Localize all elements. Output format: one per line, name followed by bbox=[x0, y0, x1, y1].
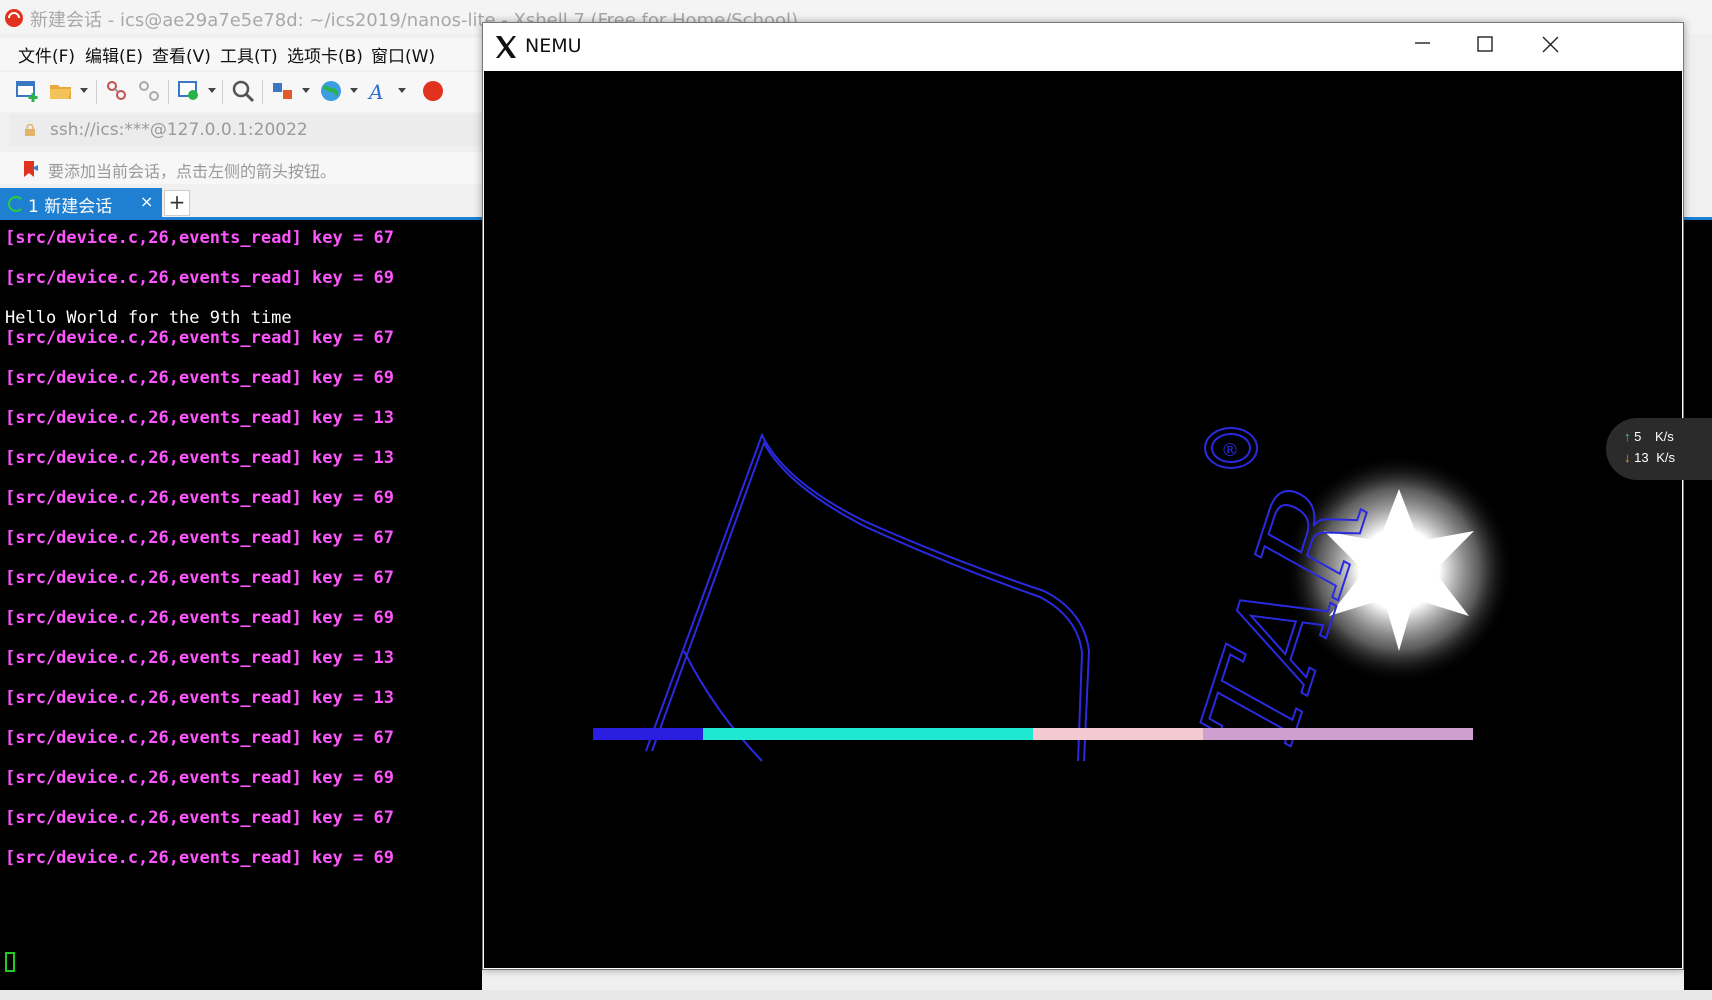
nemu-title: NEMU bbox=[525, 35, 582, 57]
toolbar-separator bbox=[96, 80, 97, 104]
nav-logo-graphic: ® TAR bbox=[593, 427, 1514, 772]
terminal-line: [src/device.c,26,events_read] key = 13 bbox=[5, 648, 394, 668]
terminal-line: [src/device.c,26,events_read] key = 69 bbox=[5, 768, 394, 788]
terminal-cursor bbox=[5, 952, 15, 972]
disconnect-icon[interactable] bbox=[136, 78, 162, 104]
terminal-line: [src/device.c,26,events_read] key = 67 bbox=[5, 568, 394, 588]
terminal-line: [src/device.c,26,events_read] key = 69 bbox=[5, 368, 394, 388]
svg-text:®: ® bbox=[1221, 440, 1239, 461]
properties-icon[interactable] bbox=[176, 78, 202, 104]
font-icon[interactable]: A bbox=[366, 78, 392, 104]
terminal-line: [src/device.c,26,events_read] key = 67 bbox=[5, 808, 394, 828]
menu-view[interactable]: 查看(V) bbox=[152, 42, 211, 67]
terminal-line: [src/device.c,26,events_read] key = 67 bbox=[5, 328, 394, 348]
minimize-button[interactable] bbox=[1387, 23, 1457, 71]
lock-icon bbox=[25, 124, 35, 136]
download-speed: ↓ 13 K/s bbox=[1624, 450, 1676, 465]
status-bar bbox=[0, 990, 1712, 1000]
chevron-down-icon[interactable] bbox=[302, 88, 310, 93]
terminal-line: [src/device.c,26,events_read] key = 69 bbox=[5, 848, 394, 868]
terminal[interactable]: [src/device.c,26,events_read] key = 67 [… bbox=[0, 220, 482, 990]
terminal-line: [src/device.c,26,events_read] key = 67 bbox=[5, 528, 394, 548]
menu-window[interactable]: 窗口(W) bbox=[371, 42, 435, 67]
terminal-line: [src/device.c,26,events_read] key = 67 bbox=[5, 228, 394, 248]
address-bar[interactable]: ssh://ics:***@127.0.0.1:20022 bbox=[10, 114, 482, 146]
new-session-icon[interactable] bbox=[14, 78, 40, 104]
progress-segment bbox=[593, 728, 703, 740]
layout-icon[interactable] bbox=[270, 78, 296, 104]
terminal-line: Hello World for the 9th time bbox=[5, 308, 292, 328]
terminal-line: [src/device.c,26,events_read] key = 69 bbox=[5, 488, 394, 508]
upload-speed: ↑ 5 K/s bbox=[1624, 429, 1674, 444]
toolbar-separator bbox=[222, 80, 223, 104]
hint-bar: 要添加当前会话，点击左侧的箭头按钮。 bbox=[0, 152, 482, 184]
terminal-line: [src/device.c,26,events_read] key = 67 bbox=[5, 728, 394, 748]
network-speed-widget[interactable]: ↑ 5 K/s ↓ 13 K/s bbox=[1606, 418, 1712, 480]
terminal-line: [src/device.c,26,events_read] key = 13 bbox=[5, 688, 394, 708]
chevron-down-icon[interactable] bbox=[350, 88, 358, 93]
chevron-down-icon[interactable] bbox=[80, 88, 88, 93]
progress-segment bbox=[703, 728, 1033, 740]
terminal-line: [src/device.c,26,events_read] key = 69 bbox=[5, 268, 394, 288]
xshell-app-icon[interactable] bbox=[420, 78, 446, 104]
open-folder-icon[interactable] bbox=[48, 78, 74, 104]
toolbar-separator bbox=[262, 80, 263, 104]
hint-text: 要添加当前会话，点击左侧的箭头按钮。 bbox=[48, 162, 337, 181]
menu-tabs[interactable]: 选项卡(B) bbox=[287, 42, 363, 67]
terminal-right-edge bbox=[1684, 220, 1712, 990]
chevron-down-icon[interactable] bbox=[208, 88, 216, 93]
chevron-down-icon[interactable] bbox=[398, 88, 406, 93]
tab-label[interactable]: 1 新建会话 bbox=[28, 192, 112, 217]
nemu-titlebar[interactable]: NEMU bbox=[483, 23, 1683, 71]
xshell-logo-icon bbox=[5, 9, 23, 27]
tab-session[interactable]: 1 新建会话 × bbox=[0, 188, 162, 217]
menubar: 文件(F) 编辑(E) 查看(V) 工具(T) 选项卡(B) 窗口(W) bbox=[0, 38, 482, 70]
terminal-line: [src/device.c,26,events_read] key = 69 bbox=[5, 608, 394, 628]
nemu-display[interactable]: ® TAR bbox=[484, 71, 1682, 968]
upload-arrow-icon: ↑ bbox=[1624, 429, 1631, 444]
connect-icon[interactable] bbox=[104, 78, 130, 104]
bookmark-arrow-icon[interactable] bbox=[22, 160, 40, 178]
menu-file[interactable]: 文件(F) bbox=[18, 42, 75, 67]
new-tab-button[interactable]: + bbox=[164, 190, 190, 216]
progress-segment bbox=[1203, 728, 1473, 740]
tab-close-button[interactable]: × bbox=[140, 192, 153, 211]
svg-text:A: A bbox=[367, 80, 383, 104]
session-status-icon bbox=[8, 196, 24, 212]
maximize-button[interactable] bbox=[1449, 23, 1519, 71]
nemu-window[interactable]: NEMU ® TAR bbox=[482, 22, 1684, 970]
globe-icon[interactable] bbox=[318, 78, 344, 104]
x11-logo-icon bbox=[496, 36, 516, 58]
terminal-line: [src/device.c,26,events_read] key = 13 bbox=[5, 448, 394, 468]
menu-edit[interactable]: 编辑(E) bbox=[85, 42, 143, 67]
address-text[interactable]: ssh://ics:***@127.0.0.1:20022 bbox=[50, 120, 308, 140]
menu-tools[interactable]: 工具(T) bbox=[220, 42, 278, 67]
download-arrow-icon: ↓ bbox=[1624, 450, 1631, 465]
terminal-line: [src/device.c,26,events_read] key = 13 bbox=[5, 408, 394, 428]
toolbar-separator bbox=[168, 80, 169, 104]
progress-segment bbox=[1033, 728, 1203, 740]
close-button[interactable] bbox=[1515, 23, 1585, 71]
search-icon[interactable] bbox=[230, 78, 256, 104]
toolbar: A bbox=[0, 72, 482, 112]
